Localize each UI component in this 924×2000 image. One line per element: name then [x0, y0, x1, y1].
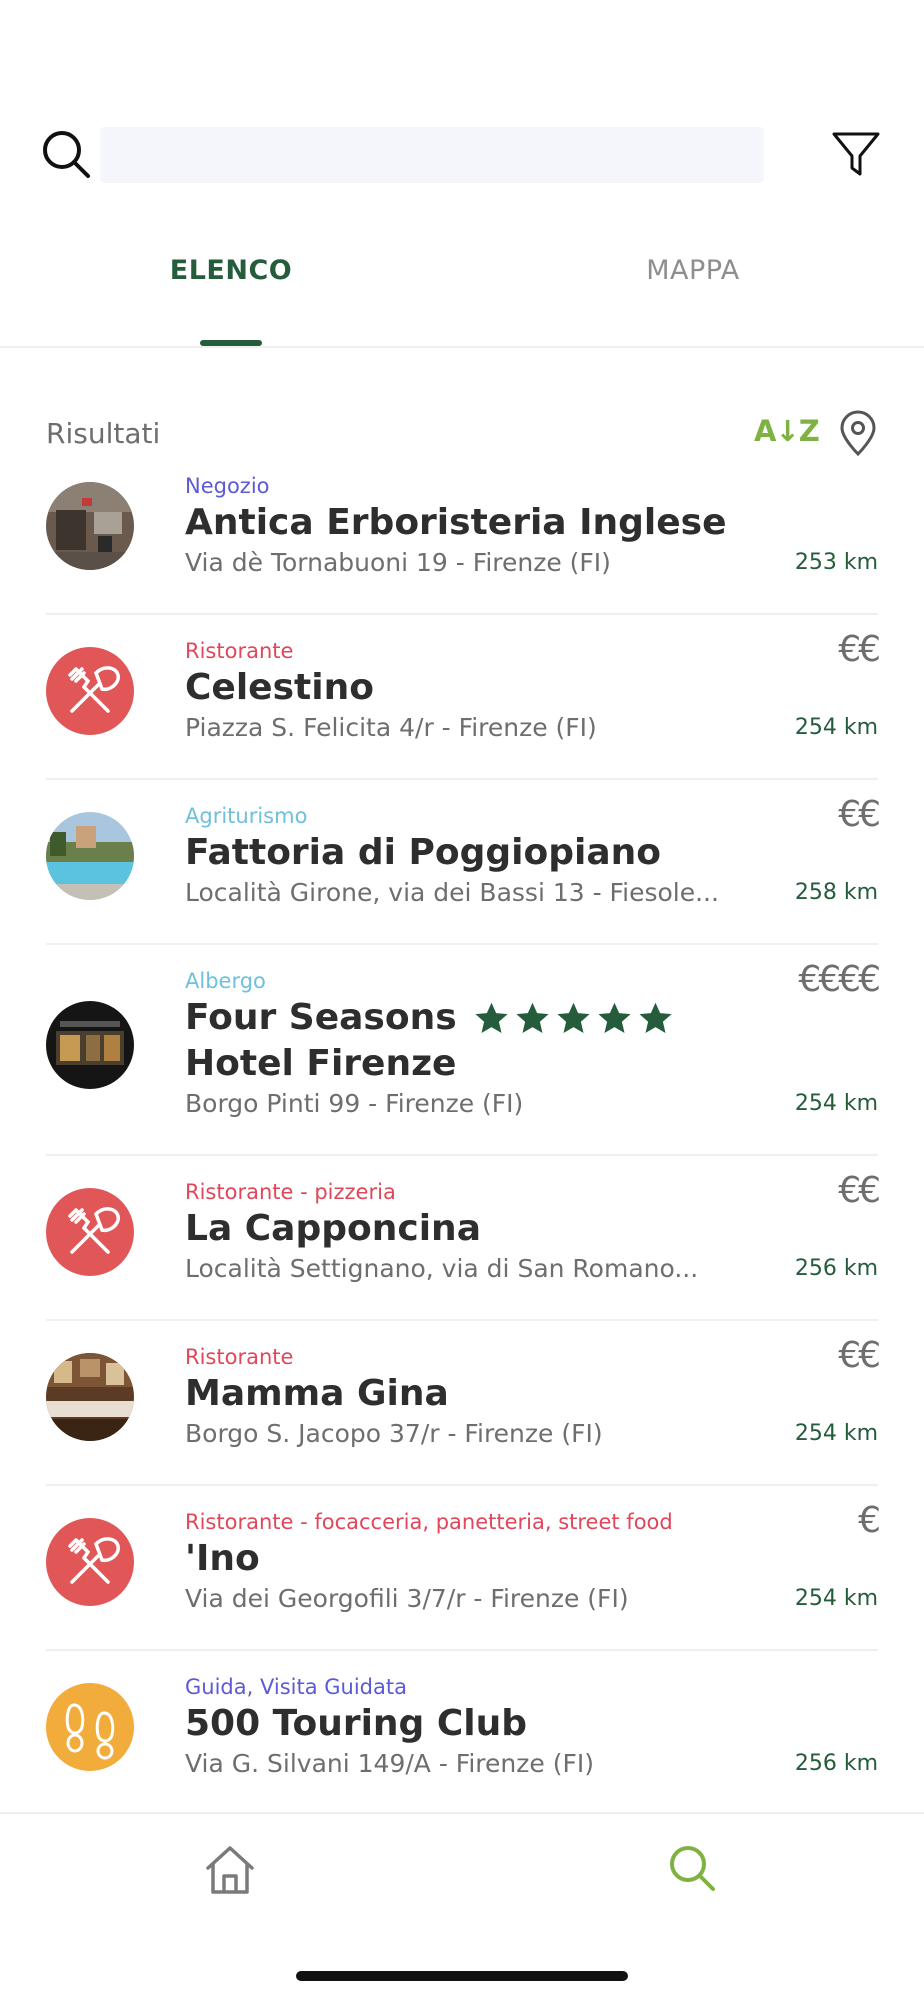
avatar-photo-pool — [46, 812, 134, 900]
item-address: Via dei Georgofili 3/7/r - Firenze (FI) — [185, 1584, 629, 1613]
fork-knife-icon — [68, 1537, 120, 1584]
list-item[interactable]: Negozio Antica Erboristeria Inglese Via … — [46, 470, 878, 615]
item-address: Via G. Silvani 149/A - Firenze (FI) — [185, 1749, 594, 1778]
item-distance: 254 km — [794, 1421, 878, 1446]
fork-knife-icon — [68, 666, 120, 713]
item-name: La Capponcina — [185, 1208, 481, 1249]
item-distance: 256 km — [794, 1256, 878, 1281]
avatar-guide — [46, 1683, 134, 1771]
avatar-restaurant — [46, 1518, 134, 1606]
item-address: Località Settignano, via di San Romano..… — [185, 1254, 699, 1283]
item-name-line-1: Four Seasons — [185, 997, 457, 1038]
item-category: Agriturismo — [185, 804, 308, 828]
item-category: Ristorante - focacceria, panetteria, str… — [185, 1510, 673, 1534]
fork-knife-icon — [68, 1207, 120, 1254]
item-category: Albergo — [185, 969, 266, 993]
star-icon — [516, 1002, 549, 1033]
search-input[interactable] — [100, 127, 764, 183]
list-item[interactable]: Guida, Visita Guidata 500 Touring Club V… — [46, 1651, 878, 1812]
item-category: Ristorante — [185, 639, 294, 663]
avatar-restaurant — [46, 1188, 134, 1276]
avatar-photo-hotel — [46, 1001, 134, 1089]
list-item[interactable]: Ristorante Mamma Gina Borgo S. Jacopo 37… — [46, 1321, 881, 1486]
item-distance: 258 km — [794, 880, 878, 905]
search-icon[interactable] — [40, 128, 94, 182]
avatar-restaurant — [46, 647, 134, 735]
item-price: € — [858, 1500, 881, 1541]
item-address: Piazza S. Felicita 4/r - Firenze (FI) — [185, 713, 597, 742]
item-address: Località Girone, via dei Bassi 13 - Fies… — [185, 878, 719, 907]
avatar-photo-storefront — [46, 482, 134, 570]
item-name: Celestino — [185, 667, 374, 708]
item-category: Guida, Visita Guidata — [185, 1675, 407, 1699]
location-pin-icon[interactable] — [836, 410, 880, 458]
avatar-photo-dining-room — [46, 1353, 134, 1441]
item-name: Fattoria di Poggiopiano — [185, 832, 661, 873]
item-category: Negozio — [185, 474, 270, 498]
item-address: Via dè Tornabuoni 19 - Firenze (FI) — [185, 548, 611, 577]
item-name-line-2: Hotel Firenze — [185, 1043, 457, 1084]
star-icon — [639, 1002, 672, 1033]
filter-icon[interactable] — [830, 128, 882, 180]
item-distance: 253 km — [794, 550, 878, 575]
item-price: €€ — [838, 629, 881, 670]
list-item[interactable]: Ristorante - focacceria, panetteria, str… — [46, 1486, 881, 1651]
item-distance: 254 km — [794, 1586, 878, 1611]
home-indicator — [296, 1971, 628, 1981]
footprints-icon — [65, 1703, 115, 1760]
list-item[interactable]: Ristorante Celestino Piazza S. Felicita … — [46, 615, 881, 780]
item-name: 500 Touring Club — [185, 1703, 527, 1744]
sort-alphabetical-button[interactable]: A↓Z — [754, 414, 820, 448]
item-distance: 254 km — [794, 1091, 878, 1116]
star-icon — [557, 1002, 590, 1033]
item-name: 'Ino — [185, 1538, 260, 1579]
star-rating — [472, 1000, 675, 1037]
item-address: Borgo Pinti 99 - Firenze (FI) — [185, 1089, 524, 1118]
star-icon — [598, 1002, 631, 1033]
list-item[interactable]: Albergo Four Seasons Hotel Firenze Borgo… — [46, 945, 881, 1156]
item-price: €€ — [838, 1335, 881, 1376]
list-item[interactable]: Agriturismo Fattoria di Poggiopiano Loca… — [46, 780, 881, 945]
tabs-divider — [0, 346, 924, 348]
item-price: €€ — [838, 794, 881, 835]
results-label: Risultati — [46, 417, 161, 450]
search-icon[interactable] — [666, 1842, 718, 1894]
item-name: Antica Erboristeria Inglese — [185, 502, 727, 543]
item-price: €€ — [838, 1170, 881, 1211]
list-item[interactable]: Ristorante - pizzeria La Capponcina Loca… — [46, 1156, 881, 1321]
item-category: Ristorante — [185, 1345, 294, 1369]
bottom-nav-divider — [0, 1812, 924, 1814]
item-category: Ristorante - pizzeria — [185, 1180, 396, 1204]
home-icon[interactable] — [202, 1844, 258, 1896]
item-price: €€€€ — [798, 959, 881, 1000]
tab-elenco[interactable]: ELENCO — [0, 255, 462, 299]
item-distance: 256 km — [794, 1751, 878, 1776]
item-distance: 254 km — [794, 715, 878, 740]
tab-mappa[interactable]: MAPPA — [462, 255, 924, 299]
item-address: Borgo S. Jacopo 37/r - Firenze (FI) — [185, 1419, 603, 1448]
star-icon — [475, 1002, 508, 1033]
item-name: Mamma Gina — [185, 1373, 449, 1414]
